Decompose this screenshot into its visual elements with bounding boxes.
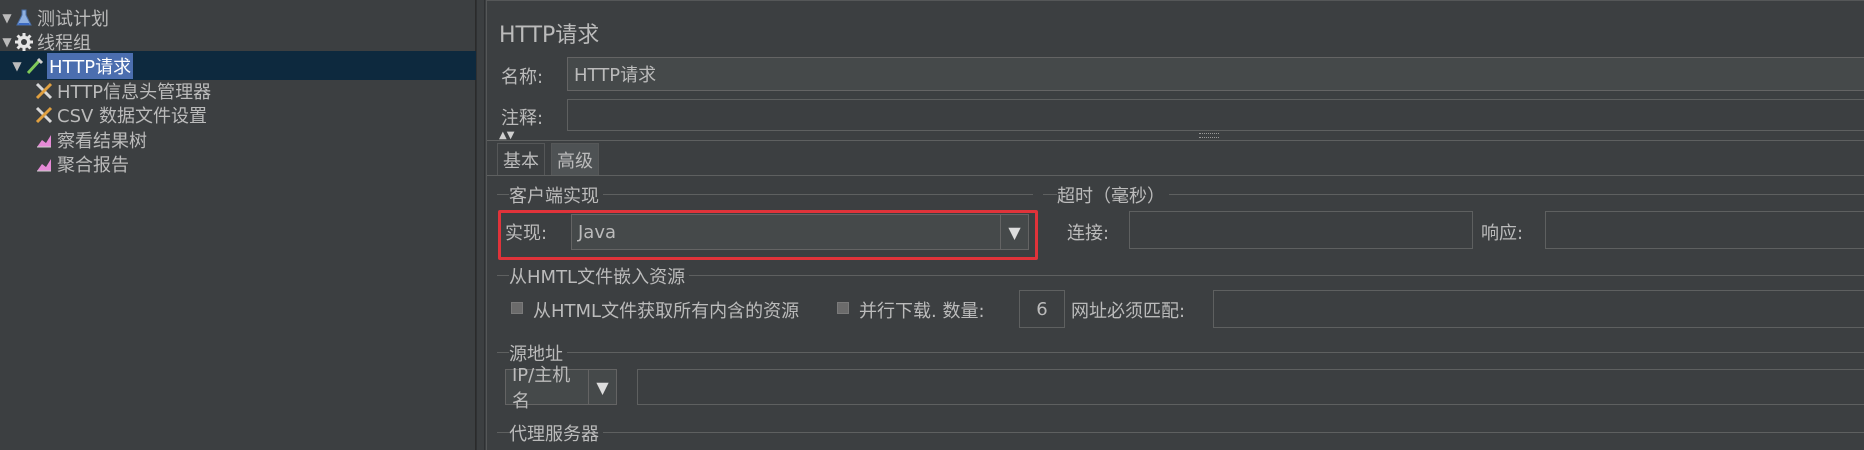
splitter-grip-icon[interactable] <box>1199 133 1219 138</box>
parallel-download-checkbox[interactable] <box>837 302 849 314</box>
source-type-value: IP/主机名 <box>512 365 571 412</box>
expand-arrow-icon[interactable]: ▼ <box>0 11 14 25</box>
comment-label: 注释: <box>501 108 544 129</box>
gear-icon <box>14 32 34 52</box>
graph-icon <box>34 154 54 174</box>
page-title: HTTP请求 <box>499 23 600 48</box>
name-label: 名称: <box>501 67 544 88</box>
divider <box>487 140 1864 141</box>
dropdown-arrow-icon[interactable]: ▼ <box>1000 215 1028 249</box>
tab-label: 基本 <box>503 150 539 172</box>
tree-item-label: CSV 数据文件设置 <box>57 105 208 127</box>
url-match-label: 网址必须匹配: <box>1071 301 1186 322</box>
impl-label: 实现: <box>505 223 548 244</box>
url-match-input[interactable] <box>1213 290 1864 328</box>
proxy-group-border <box>497 432 1864 433</box>
test-plan-tree: ▼ 测试计划 ▼ 线程组 ▼ HTTP请求 HTTP信息头管理器 CSV 数据文… <box>0 0 476 450</box>
parallel-download-label: 并行下载. 数量: <box>859 301 985 322</box>
connect-timeout-input[interactable] <box>1129 211 1473 249</box>
http-request-panel: HTTP请求 名称: HTTP请求 注释: ▲▼ 基本 高级 客户端实现 实现:… <box>486 0 1864 450</box>
parallel-count-input[interactable]: 6 <box>1019 290 1065 328</box>
panel-splitter[interactable] <box>476 0 485 450</box>
tab-divider <box>487 175 1864 176</box>
impl-value: Java <box>578 221 617 243</box>
graph-icon <box>34 130 54 150</box>
embedded-group-border <box>497 275 1864 276</box>
tree-item-label: 聚合报告 <box>57 154 129 176</box>
parallel-count-value: 6 <box>1036 298 1048 320</box>
wrench-icon <box>34 105 54 125</box>
name-input[interactable]: HTTP请求 <box>567 57 1864 91</box>
source-group-border <box>497 352 1864 353</box>
expand-arrow-icon[interactable]: ▼ <box>10 59 24 73</box>
name-value: HTTP请求 <box>574 65 657 86</box>
pipette-icon <box>24 56 44 76</box>
impl-select[interactable]: Java ▼ <box>571 214 1029 250</box>
tab-label: 高级 <box>557 150 593 172</box>
tree-item-label: HTTP请求 <box>47 52 134 79</box>
timeout-group-title: 超时（毫秒） <box>1057 182 1169 208</box>
tab-advanced[interactable]: 高级 <box>551 143 599 175</box>
embedded-group-title: 从HMTL文件嵌入资源 <box>509 263 690 289</box>
response-label: 响应: <box>1481 223 1524 244</box>
retrieve-resources-label: 从HTML文件获取所有内含的资源 <box>533 301 800 322</box>
connect-label: 连接: <box>1067 223 1110 244</box>
flask-icon <box>14 8 34 28</box>
tab-basic[interactable]: 基本 <box>497 143 545 175</box>
wrench-icon <box>34 81 54 101</box>
source-type-select[interactable]: IP/主机名 ▼ <box>505 365 617 412</box>
dropdown-arrow-icon[interactable]: ▼ <box>588 370 616 404</box>
client-impl-group-title: 客户端实现 <box>509 182 603 208</box>
response-timeout-input[interactable] <box>1545 211 1864 249</box>
source-address-input[interactable] <box>637 369 1864 405</box>
retrieve-resources-checkbox[interactable] <box>511 302 523 314</box>
comment-input[interactable] <box>567 99 1864 131</box>
proxy-group-title: 代理服务器 <box>509 420 603 446</box>
tree-item-aggregate-report[interactable]: 聚合报告 <box>0 149 476 178</box>
expand-arrow-icon[interactable]: ▼ <box>0 35 14 49</box>
